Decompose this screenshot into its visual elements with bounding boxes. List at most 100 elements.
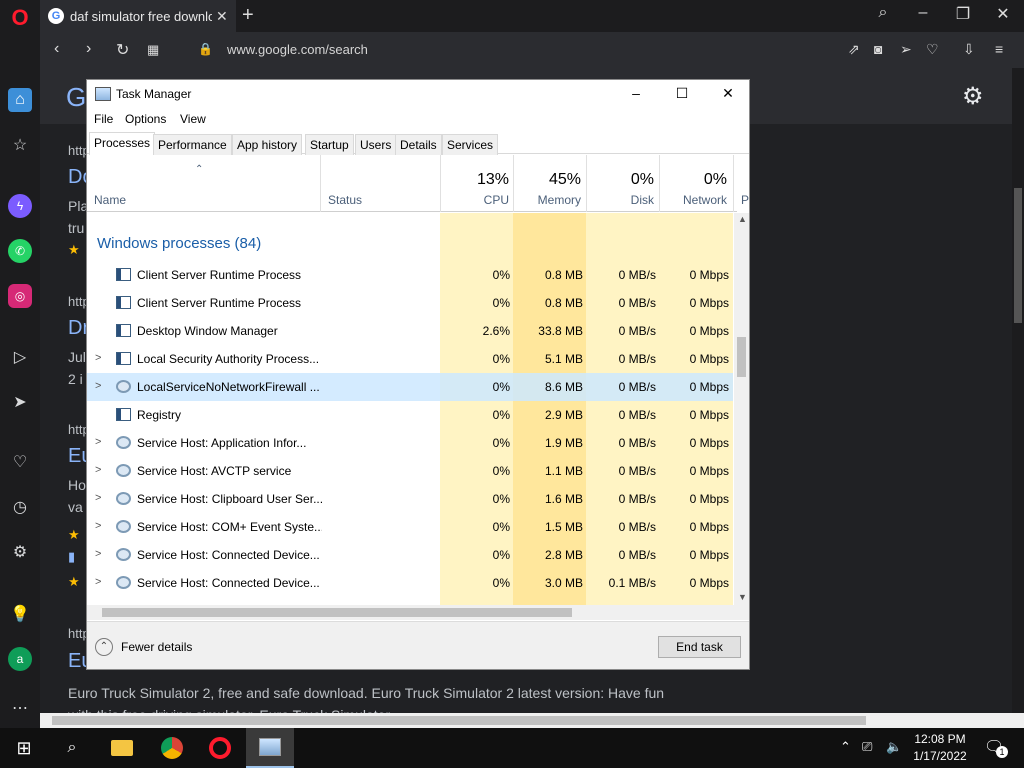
column-cpu[interactable]: CPU — [449, 193, 509, 207]
end-task-button[interactable]: End task — [658, 636, 741, 658]
close-tab-icon[interactable]: ✕ — [216, 8, 228, 25]
column-disk[interactable]: Disk — [594, 193, 654, 207]
menu-options[interactable]: Options — [125, 112, 166, 126]
chevron-up-icon[interactable]: ⌃ — [95, 638, 113, 656]
memory-percent[interactable]: 45% — [521, 171, 581, 189]
page-vertical-scrollbar[interactable] — [1012, 68, 1024, 713]
chevron-right-icon[interactable]: > — [95, 436, 101, 448]
task-manager-titlebar[interactable]: Task Manager – ☐ ✕ — [87, 80, 749, 108]
column-power[interactable]: P — [741, 193, 749, 207]
table-row[interactable]: Registry 0% 2.9 MB 0 MB/s 0 Mbps — [87, 401, 733, 429]
close-icon[interactable]: ✕ — [713, 85, 743, 102]
chevron-right-icon[interactable]: > — [95, 576, 101, 588]
column-memory[interactable]: Memory — [521, 193, 581, 207]
more-icon[interactable]: ⋯ — [8, 696, 32, 720]
start-button[interactable]: ⊞ — [0, 728, 48, 768]
grid-vertical-scroll-thumb[interactable] — [737, 337, 746, 377]
fewer-details-link[interactable]: Fewer details — [121, 640, 192, 654]
table-row[interactable]: > Service Host: COM+ Event Syste... 0% 1.5 … — [87, 513, 733, 541]
download-icon[interactable]: ⇩ — [963, 41, 975, 58]
tab-startup[interactable]: Startup — [305, 134, 354, 155]
file-explorer-button[interactable] — [98, 728, 146, 768]
opera-logo-icon[interactable]: O — [8, 5, 32, 30]
scroll-up-icon[interactable]: ▲ — [738, 214, 747, 224]
table-row[interactable]: Client Server Runtime Process 0% 0.8 MB 0 M… — [87, 261, 733, 289]
settings-icon[interactable]: ⚙ — [8, 540, 32, 564]
table-row[interactable]: Client Server Runtime Process 0% 0.8 MB 0 M… — [87, 289, 733, 317]
table-row[interactable]: > Service Host: Application Infor... 0% 1.9… — [87, 429, 733, 457]
easy-setup-icon[interactable]: ≡ — [995, 41, 1003, 57]
scroll-down-icon[interactable]: ▼ — [738, 592, 747, 602]
send-icon[interactable]: ➤ — [8, 390, 32, 414]
disk-percent[interactable]: 0% — [594, 171, 654, 189]
clock-time[interactable]: 12:08 PM — [912, 732, 968, 746]
column-name[interactable]: Name — [94, 193, 126, 207]
tab-processes[interactable]: Processes — [89, 132, 156, 155]
restore-icon[interactable]: ❐ — [948, 4, 978, 24]
tab-users[interactable]: Users — [355, 134, 397, 155]
reload-icon[interactable]: ↻ — [116, 40, 129, 60]
table-row[interactable]: > Service Host: Clipboard User Ser... 0% 1.… — [87, 485, 733, 513]
messenger-icon[interactable]: ϟ — [8, 194, 32, 218]
camera-icon[interactable]: ◙ — [874, 41, 882, 57]
page-horizontal-scroll-thumb[interactable] — [52, 716, 866, 725]
instagram-icon[interactable]: ◎ — [8, 284, 32, 308]
chevron-right-icon[interactable]: > — [95, 492, 101, 504]
network-percent[interactable]: 0% — [667, 171, 727, 189]
whatsapp-icon[interactable]: ✆ — [8, 239, 32, 263]
share-icon[interactable]: ⇗ — [848, 41, 860, 58]
minimize-icon[interactable]: – — [908, 4, 938, 22]
history-icon[interactable]: ◷ — [8, 495, 32, 519]
heart-page-icon[interactable]: ♡ — [926, 41, 939, 58]
gear-icon[interactable]: ⚙ — [962, 82, 984, 111]
chrome-button[interactable] — [148, 728, 196, 768]
google-logo[interactable]: G — [66, 82, 86, 113]
tab-services[interactable]: Services — [442, 134, 499, 155]
clock-date[interactable]: 1/17/2022 — [912, 749, 968, 763]
home-icon[interactable]: ⌂ — [8, 88, 32, 112]
table-row[interactable]: > LocalServiceNoNetworkFirewall ... 0% 8.6 … — [87, 373, 733, 401]
lightbulb-icon[interactable]: 💡 — [8, 602, 32, 626]
table-row[interactable]: > Service Host: Connected Device... 0% 2.8 … — [87, 541, 733, 569]
chevron-up-icon[interactable]: ⌃ — [840, 739, 851, 755]
table-row[interactable]: > Service Host: AVCTP service 0% 1.1 MB 0 MB… — [87, 457, 733, 485]
heart-icon[interactable]: ♡ — [8, 450, 32, 474]
column-network[interactable]: Network — [667, 193, 727, 207]
amazon-icon[interactable]: a — [8, 647, 32, 671]
forward-icon[interactable]: › — [86, 40, 91, 58]
maximize-icon[interactable]: ☐ — [667, 85, 697, 102]
grid-vertical-scrollbar[interactable] — [734, 213, 749, 605]
volume-icon[interactable]: 🔈 — [886, 739, 902, 755]
chevron-right-icon[interactable]: > — [95, 380, 101, 392]
tab-performance[interactable]: Performance — [153, 134, 232, 155]
task-manager-taskbar-button[interactable] — [246, 728, 294, 768]
search-button[interactable]: ⌕ — [48, 728, 96, 768]
menu-file[interactable]: File — [94, 112, 113, 126]
browser-tab[interactable]: G daf simulator free downloa ✕ — [40, 0, 236, 32]
tab-details[interactable]: Details — [395, 134, 442, 155]
chevron-right-icon[interactable]: > — [95, 548, 101, 560]
grid-horizontal-scroll-thumb[interactable] — [102, 608, 572, 617]
chevron-right-icon[interactable]: > — [95, 464, 101, 476]
chevron-right-icon[interactable]: > — [95, 520, 101, 532]
new-tab-icon[interactable]: + — [242, 4, 254, 27]
column-status[interactable]: Status — [328, 193, 362, 207]
table-row[interactable]: > Local Security Authority Process... 0% 5.… — [87, 345, 733, 373]
send-page-icon[interactable]: ➢ — [900, 41, 912, 58]
tab-app-history[interactable]: App history — [232, 134, 303, 155]
table-row[interactable]: > Service Host: Connected Device... 0% 3.0 … — [87, 569, 733, 597]
back-icon[interactable]: ‹ — [54, 40, 59, 58]
bookmarks-icon[interactable]: ☆ — [8, 133, 32, 157]
table-row[interactable]: Desktop Window Manager 2.6% 33.8 MB 0 MB/s 0… — [87, 317, 733, 345]
player-icon[interactable]: ▷ — [8, 345, 32, 369]
close-window-icon[interactable]: ✕ — [988, 4, 1018, 24]
network-icon[interactable]: ⎚ — [862, 739, 872, 755]
opera-button[interactable] — [196, 728, 244, 768]
minimize-icon[interactable]: – — [621, 85, 651, 101]
chevron-right-icon[interactable]: > — [95, 352, 101, 364]
tabs-grid-icon[interactable]: ▦ — [147, 42, 159, 58]
url-field[interactable]: www.google.com/search — [227, 42, 368, 57]
group-header[interactable]: Windows processes (84) — [97, 235, 261, 252]
cpu-percent[interactable]: 13% — [449, 171, 509, 189]
menu-view[interactable]: View — [180, 112, 206, 126]
